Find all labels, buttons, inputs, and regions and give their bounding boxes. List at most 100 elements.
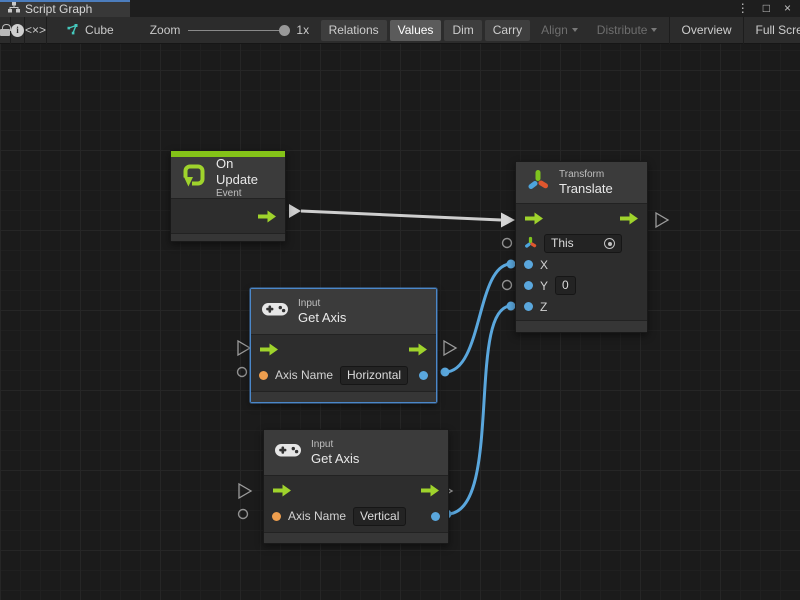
full-screen-label: Full Screen xyxy=(756,23,800,37)
zoom-slider-handle[interactable] xyxy=(279,25,290,36)
node-get-axis-vertical[interactable]: Input Get Axis Axis Name Vertical xyxy=(263,429,449,544)
value-port-axis-name-h[interactable] xyxy=(238,368,247,377)
flow-wire-arrowhead xyxy=(501,213,515,228)
distribute-dropdown[interactable]: Distribute xyxy=(589,20,666,41)
transform-axis-icon xyxy=(526,168,550,197)
value-wire-horizontal-to-x[interactable] xyxy=(445,264,511,372)
zoom-control: Zoom 1x xyxy=(124,23,319,37)
this-row: This xyxy=(516,233,647,254)
tab-script-graph[interactable]: Script Graph xyxy=(0,0,130,17)
overview-button[interactable]: Overview xyxy=(673,20,739,41)
lock-icon xyxy=(0,29,10,36)
distribute-label: Distribute xyxy=(597,23,648,37)
value-port-axis-name-v[interactable] xyxy=(239,510,248,519)
carry-label: Carry xyxy=(493,23,522,37)
node-footer xyxy=(171,233,285,241)
x-port-dot[interactable] xyxy=(524,260,533,269)
axis-output-port-dot[interactable] xyxy=(419,371,428,380)
this-value: This xyxy=(551,236,574,251)
flow-in-arrow-icon[interactable] xyxy=(272,483,292,498)
relations-button[interactable]: Relations xyxy=(321,20,387,41)
gamepad-icon xyxy=(274,441,302,464)
y-port-dot[interactable] xyxy=(524,281,533,290)
axis-name-label: Axis Name xyxy=(288,509,346,523)
zoom-slider-track xyxy=(188,30,288,32)
chevron-down-icon xyxy=(651,28,657,32)
align-label: Align xyxy=(541,23,568,37)
inspect-button[interactable]: i xyxy=(11,17,24,44)
flow-output-port-get-axis-h[interactable] xyxy=(444,341,456,355)
script-graph-window: Script Graph ⋮ □ × i <×> xyxy=(0,0,800,600)
axis-name-port-dot[interactable] xyxy=(272,512,281,521)
flow-row xyxy=(516,204,647,233)
breadcrumb-label: Cube xyxy=(85,23,114,37)
carry-button[interactable]: Carry xyxy=(485,20,530,41)
axis-output-port-dot[interactable] xyxy=(431,512,440,521)
node-category: Transform xyxy=(559,169,613,181)
flow-out-arrow-icon[interactable] xyxy=(420,483,440,498)
y-value-field[interactable]: 0 xyxy=(555,276,576,295)
z-port-dot[interactable] xyxy=(524,302,533,311)
graph-hierarchy-icon xyxy=(8,2,20,16)
flow-row xyxy=(251,335,436,363)
node-footer xyxy=(516,320,647,332)
value-wire-vertical-to-z[interactable] xyxy=(447,306,511,514)
close-icon[interactable]: × xyxy=(784,0,791,17)
object-picker-icon[interactable] xyxy=(604,238,615,249)
code-brackets-icon: <×> xyxy=(25,23,46,37)
graph-node-icon xyxy=(65,23,79,38)
axis-name-label: Axis Name xyxy=(275,368,333,382)
graph-toolbar: i <×> Cube Zoom 1x xyxy=(0,17,800,44)
gamepad-icon xyxy=(261,300,289,323)
maximize-icon[interactable]: □ xyxy=(763,0,770,17)
node-on-update[interactable]: On Update Event xyxy=(170,150,286,242)
axis-name-row: Axis Name Vertical xyxy=(264,504,448,528)
toolbar-right-buttons: Relations Values Dim Carry Align Distrib… xyxy=(319,17,800,44)
value-port-this[interactable] xyxy=(503,239,512,248)
dim-label: Dim xyxy=(452,23,473,37)
flow-out-arrow-icon[interactable] xyxy=(619,211,639,226)
values-button[interactable]: Values xyxy=(390,20,442,41)
toolbar-separator xyxy=(669,17,670,44)
node-get-axis-horizontal[interactable]: Input Get Axis Axis Name Horizontal xyxy=(250,288,437,403)
zoom-label: Zoom xyxy=(150,23,181,37)
zoom-slider[interactable] xyxy=(188,24,288,36)
flow-out-arrow-icon[interactable] xyxy=(408,342,428,357)
node-title: Translate xyxy=(559,181,613,197)
axis-name-field[interactable]: Horizontal xyxy=(340,366,408,385)
window-menu-icon[interactable]: ⋮ xyxy=(737,0,749,17)
value-port-y[interactable] xyxy=(503,281,512,290)
flow-input-port-get-axis-v[interactable] xyxy=(239,484,251,498)
flow-in-arrow-icon[interactable] xyxy=(524,211,544,226)
node-header: Transform Translate xyxy=(516,162,647,204)
axis-name-field[interactable]: Vertical xyxy=(353,507,406,526)
flow-out-arrow-icon[interactable] xyxy=(257,209,277,224)
flow-output-port-on-update[interactable] xyxy=(289,204,301,218)
axis-name-row: Axis Name Horizontal xyxy=(251,363,436,387)
dim-button[interactable]: Dim xyxy=(444,20,481,41)
flow-in-arrow-icon[interactable] xyxy=(259,342,279,357)
node-footer xyxy=(251,391,436,402)
flow-input-port-get-axis-h[interactable] xyxy=(238,341,250,355)
x-row: X xyxy=(516,254,647,275)
flow-row xyxy=(264,476,448,504)
node-footer xyxy=(264,532,448,543)
focused-tab-indicator xyxy=(0,0,130,2)
this-object-field[interactable]: This xyxy=(544,234,622,253)
code-view-button[interactable]: <×> xyxy=(25,17,46,44)
node-translate[interactable]: Transform Translate xyxy=(515,161,648,333)
relations-label: Relations xyxy=(329,23,379,37)
full-screen-button[interactable]: Full Screen xyxy=(748,20,800,41)
flow-wire[interactable] xyxy=(301,211,501,220)
graph-breadcrumb[interactable]: Cube xyxy=(47,23,124,38)
flow-output-port-translate[interactable] xyxy=(656,213,668,227)
zoom-value: 1x xyxy=(296,23,309,37)
lock-button[interactable] xyxy=(0,17,10,44)
z-row: Z xyxy=(516,296,647,317)
chevron-down-icon xyxy=(572,28,578,32)
node-subtitle: Event xyxy=(216,188,275,200)
graph-canvas[interactable]: On Update Event xyxy=(0,44,800,600)
align-dropdown[interactable]: Align xyxy=(533,20,586,41)
axis-name-port-dot[interactable] xyxy=(259,371,268,380)
values-label: Values xyxy=(398,23,434,37)
